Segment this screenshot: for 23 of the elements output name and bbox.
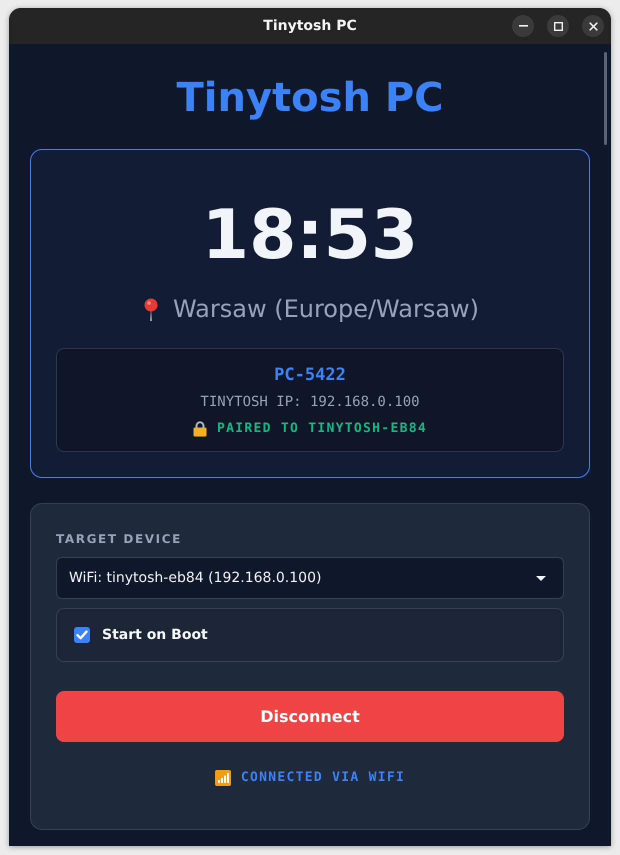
close-button[interactable]: [582, 15, 604, 37]
connection-status: CONNECTED VIA WIFI: [240, 769, 406, 787]
pairing-status: PAIRED TO TINYTOSH-EB84: [217, 420, 427, 438]
scrollbar-thumb[interactable]: [604, 52, 607, 145]
padlock-icon: [193, 421, 208, 437]
close-icon: [588, 22, 598, 30]
device-name: PC-5422: [274, 365, 346, 385]
device-ip: TINYTOSH IP: 192.168.0.100: [200, 393, 420, 412]
caret-icon: [536, 576, 546, 580]
device-select[interactable]: WiFi: tinytosh-eb84 (192.168.0.100): [56, 557, 564, 599]
clock-time: 18:53: [202, 195, 418, 277]
maximize-button[interactable]: [547, 15, 569, 37]
signal-bars-icon: [214, 770, 231, 786]
minimize-button[interactable]: [512, 15, 534, 37]
location-text: Warsaw (Europe/Warsaw): [172, 295, 480, 324]
window-title: Tinytosh PC: [263, 18, 357, 34]
disconnect-button[interactable]: Disconnect: [56, 691, 564, 742]
field-label: TARGET DEVICE: [56, 531, 182, 547]
minimize-icon: [518, 25, 528, 27]
app-title: Tinytosh PC: [176, 74, 444, 122]
maximize-icon: [554, 22, 562, 30]
checkbox[interactable]: [74, 627, 90, 643]
checkbox-label[interactable]: Start on Boot: [102, 627, 208, 643]
